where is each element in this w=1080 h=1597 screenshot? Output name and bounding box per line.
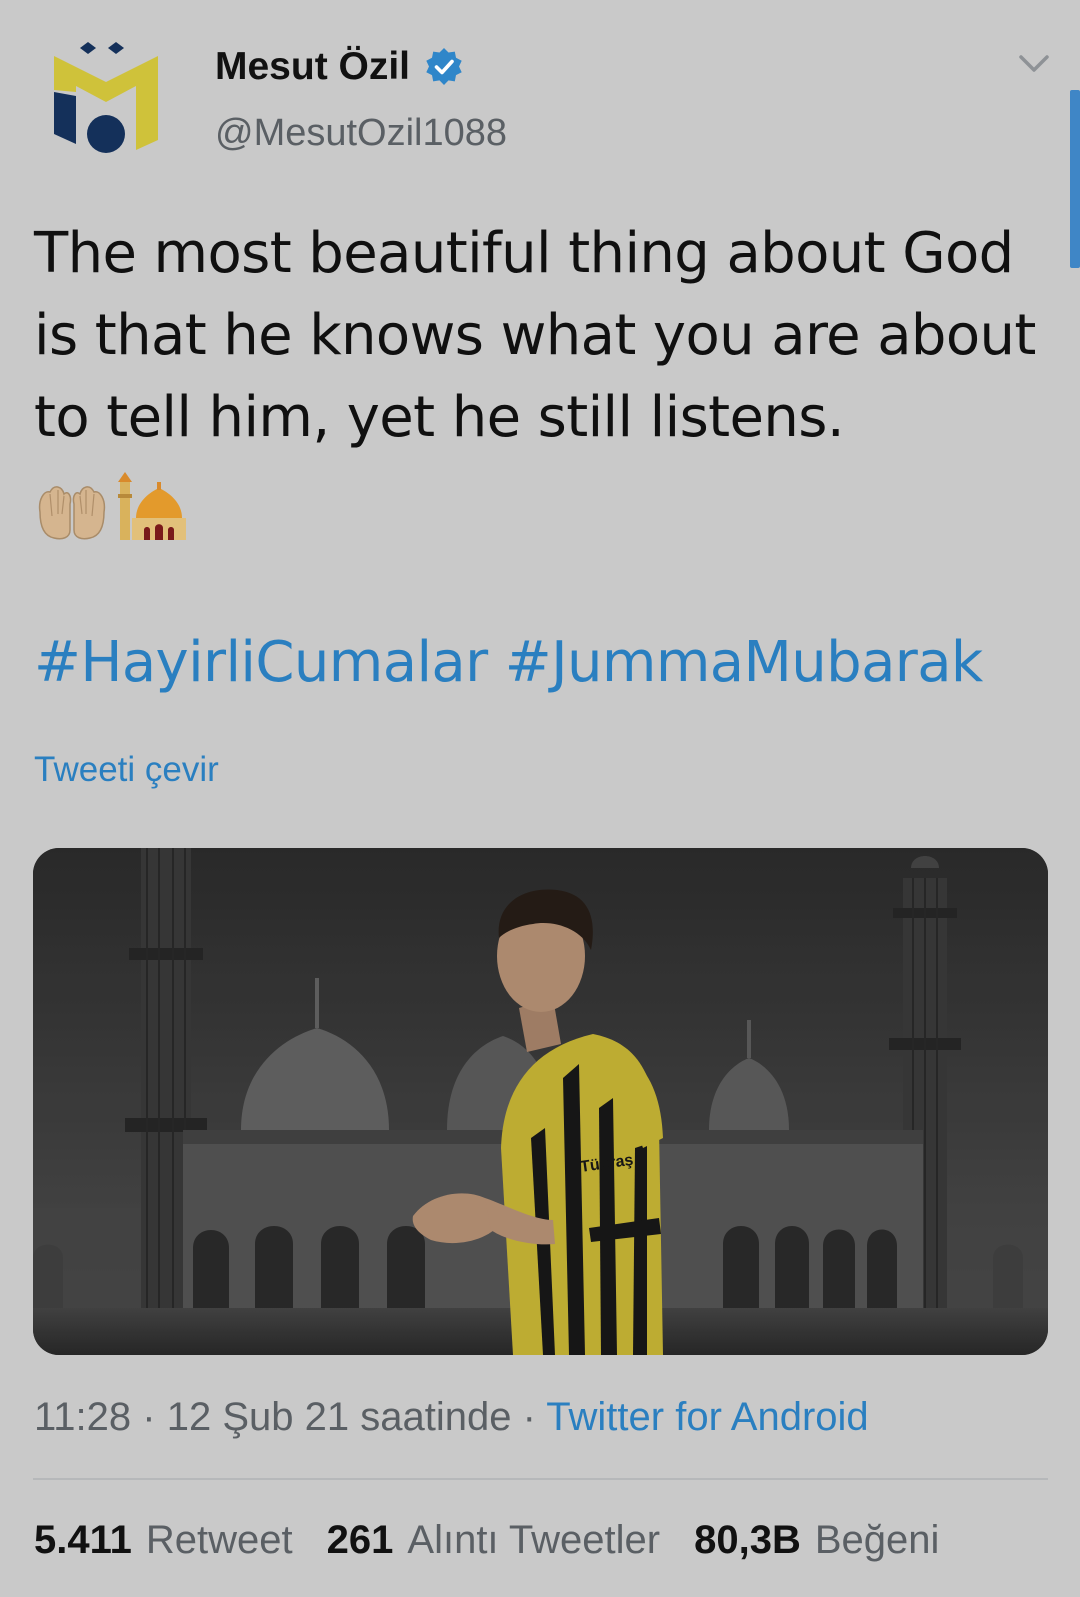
quote-tweets-stat[interactable]: 261 Alıntı Tweetler [327,1518,660,1563]
tweet-time: 11:28 [34,1395,132,1439]
name-row: Mesut Özil [215,42,464,92]
avatar[interactable] [52,42,164,162]
likes-stat[interactable]: 80,3B Beğeni [694,1518,939,1563]
likes-count: 80,3B [694,1518,801,1562]
tweet-meta: 11:28 · 12 Şub 21 saatinde · Twitter for… [34,1395,869,1440]
meta-separator: · [522,1395,536,1439]
quote-tweets-count: 261 [326,1518,394,1562]
hashtag-hayirlicumalar[interactable]: #HayirliCumalar [34,630,488,695]
divider [33,1478,1048,1480]
tweet-date: 12 Şub 21 saatinde [166,1395,512,1439]
hashtags: #HayirliCumalar #JummaMubarak [34,630,983,695]
translate-tweet-link[interactable]: Tweeti çevir [34,750,219,790]
retweets-count: 5.411 [34,1518,132,1562]
hashtag-jummamubarak[interactable]: #JummaMubarak [505,630,984,695]
tweet-stats: 5.411 Retweet 261 Alıntı Tweetler 80,3B Beğ… [34,1518,973,1563]
likes-label: Beğeni [814,1518,940,1562]
tweet-source-link[interactable]: Twitter for Android [546,1395,868,1439]
mosque-emoji [118,472,186,540]
meta-separator: · [142,1395,156,1439]
user-handle[interactable]: @MesutOzil1088 [215,112,507,155]
tweet-detail: Mesut Özil @MesutOzil1088 The most beaut… [0,0,1080,1597]
tweet-image[interactable]: Tüpraş [33,848,1048,1355]
emoji-row [36,470,188,542]
chevron-down-icon[interactable] [1018,52,1050,76]
retweets-label: Retweet [145,1518,293,1562]
verified-badge-icon [426,48,462,85]
quote-tweets-label: Alıntı Tweetler [407,1518,661,1562]
palms-up-together-emoji [38,486,106,540]
display-name[interactable]: Mesut Özil [215,45,410,89]
scroll-indicator[interactable] [1070,90,1080,268]
retweets-stat[interactable]: 5.411 Retweet [34,1518,293,1563]
tweet-text: The most beautiful thing about God is th… [34,221,1036,450]
